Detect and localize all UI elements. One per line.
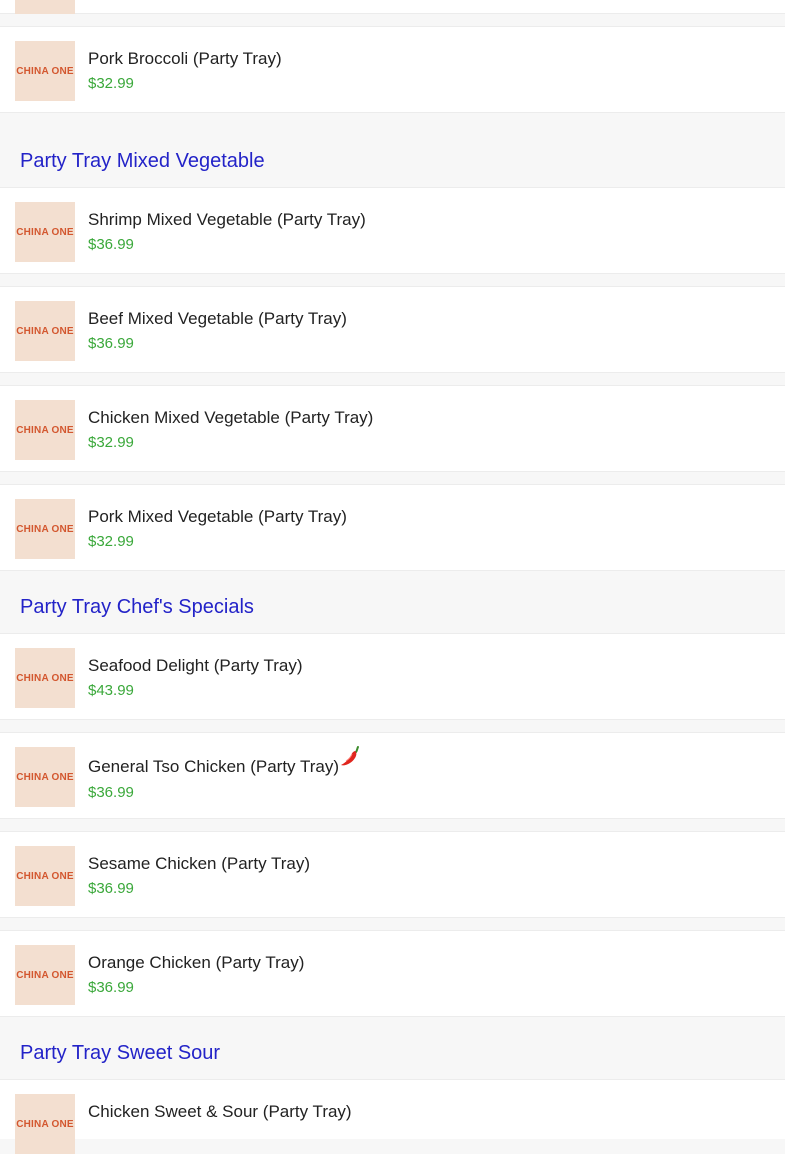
menu-item[interactable]: CHINA ONE Sesame Chicken (Party Tray) $3…: [0, 831, 785, 918]
item-price: $36.99: [88, 880, 134, 897]
thumbnail-logo-text: CHINA ONE: [16, 424, 74, 436]
category-title: Party Tray Chef's Specials: [20, 596, 254, 618]
item-name: Pork Broccoli (Party Tray): [88, 49, 282, 68]
item-price: $36.99: [88, 784, 134, 801]
menu-item[interactable]: CHINA ONE Pork Mixed Vegetable (Party Tr…: [0, 484, 785, 571]
menu-item[interactable]: CHINA ONE Orange Chicken (Party Tray) $3…: [0, 930, 785, 1017]
item-thumbnail: CHINA ONE: [15, 747, 75, 807]
item-thumbnail: CHINA ONE: [15, 202, 75, 262]
thumbnail-logo-text: CHINA ONE: [16, 672, 74, 684]
item-thumbnail: CHINA ONE: [15, 648, 75, 708]
item-thumbnail: CHINA ONE: [15, 945, 75, 1005]
category-title: Party Tray Sweet Sour: [20, 1042, 221, 1064]
thumbnail-logo-text: CHINA ONE: [16, 226, 74, 238]
item-price: $36.99: [88, 979, 134, 996]
item-thumbnail: CHINA ONE: [15, 499, 75, 559]
category-header: Party Tray Sweet Sour: [0, 1017, 785, 1079]
item-thumbnail: CHINA ONE: [15, 0, 75, 14]
item-name: Seafood Delight (Party Tray): [88, 656, 303, 675]
item-thumbnail: CHINA ONE: [15, 846, 75, 906]
item-price: $32.99: [88, 75, 134, 92]
thumbnail-logo-text: CHINA ONE: [16, 771, 74, 783]
thumbnail-logo-text: CHINA ONE: [16, 1118, 74, 1130]
menu-item[interactable]: CHINA ONE Chicken Mixed Vegetable (Party…: [0, 385, 785, 472]
item-price: $36.99: [88, 236, 134, 253]
item-thumbnail: CHINA ONE: [15, 400, 75, 460]
thumbnail-logo-text: CHINA ONE: [16, 969, 74, 981]
menu-item[interactable]: CHINA ONE Seafood Delight (Party Tray) $…: [0, 633, 785, 720]
item-name: Chicken Mixed Vegetable (Party Tray): [88, 408, 374, 427]
thumbnail-logo-text: CHINA ONE: [16, 523, 74, 535]
menu-item[interactable]: CHINA ONE Pork Broccoli (Party Tray) $32…: [0, 26, 785, 113]
menu-item[interactable]: CHINA ONE Shrimp Mixed Vegetable (Party …: [0, 187, 785, 274]
item-name: Chicken Sweet & Sour (Party Tray): [88, 1102, 352, 1121]
item-name: Pork Mixed Vegetable (Party Tray): [88, 507, 347, 526]
item-thumbnail: CHINA ONE: [15, 1094, 75, 1154]
item-name-row: General Tso Chicken (Party Tray): [88, 746, 362, 777]
item-price: $32.99: [88, 533, 134, 550]
thumbnail-logo-text: CHINA ONE: [16, 65, 74, 77]
menu-list: CHINA ONE CHINA ONE Pork Broccoli (Party…: [0, 0, 785, 1154]
category-header: Party Tray Chef's Specials: [0, 571, 785, 633]
item-price: $43.99: [88, 682, 134, 699]
item-name: Orange Chicken (Party Tray): [88, 953, 305, 972]
menu-item[interactable]: CHINA ONE General Tso Chicken (Party Tra…: [0, 732, 785, 819]
item-thumbnail: CHINA ONE: [15, 301, 75, 361]
menu-item[interactable]: CHINA ONE: [0, 0, 785, 14]
thumbnail-logo-text: CHINA ONE: [16, 325, 74, 337]
item-name: General Tso Chicken (Party Tray): [88, 757, 339, 776]
thumbnail-logo-text: CHINA ONE: [16, 870, 74, 882]
item-thumbnail: CHINA ONE: [15, 41, 75, 101]
menu-item[interactable]: CHINA ONE Chicken Sweet & Sour (Party Tr…: [0, 1079, 785, 1154]
item-name: Beef Mixed Vegetable (Party Tray): [88, 309, 347, 328]
item-name: Shrimp Mixed Vegetable (Party Tray): [88, 210, 366, 229]
item-name: Sesame Chicken (Party Tray): [88, 854, 311, 873]
category-header: Party Tray Mixed Vegetable: [0, 125, 785, 187]
item-price: $36.99: [88, 335, 134, 352]
category-title: Party Tray Mixed Vegetable: [20, 150, 265, 172]
item-price: $32.99: [88, 434, 134, 451]
chili-pepper-icon: [340, 745, 362, 774]
menu-item[interactable]: CHINA ONE Beef Mixed Vegetable (Party Tr…: [0, 286, 785, 373]
